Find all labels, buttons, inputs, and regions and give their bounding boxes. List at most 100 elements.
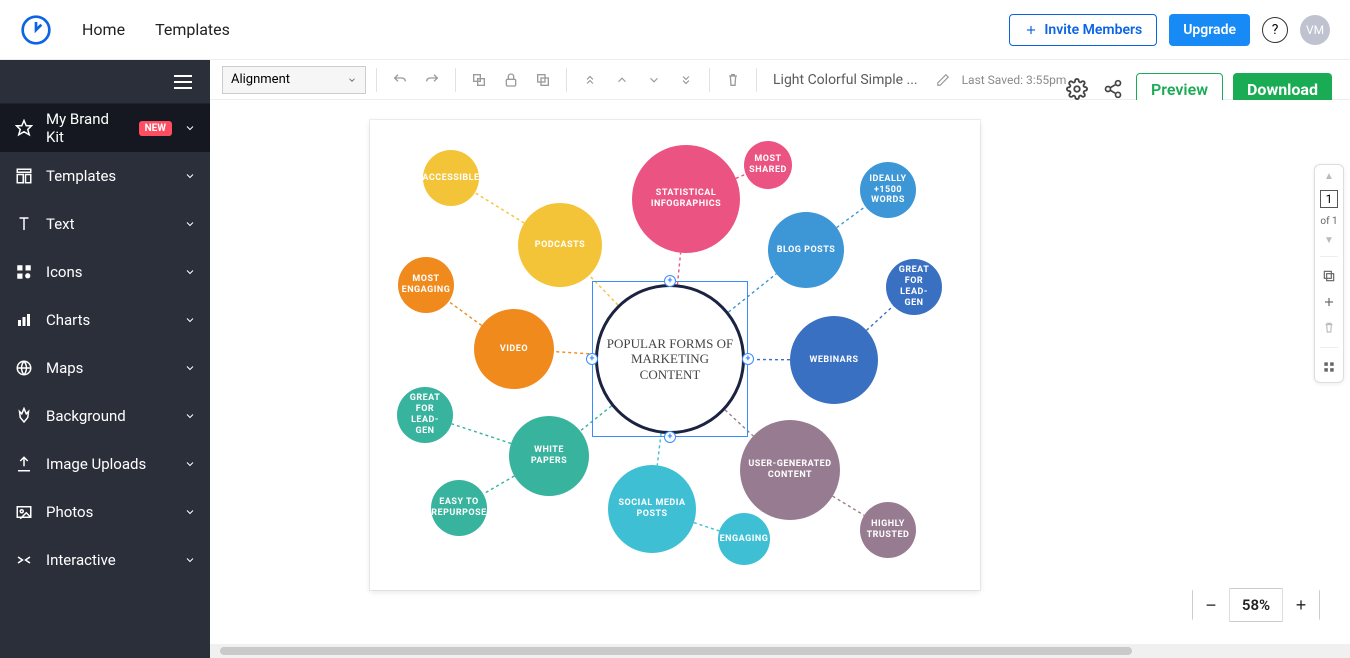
node-most_shared[interactable]: MOST SHARED <box>744 141 792 189</box>
sidebar-item-interactive[interactable]: Interactive <box>0 536 210 584</box>
undo-icon[interactable] <box>387 67 413 93</box>
logo-icon <box>20 14 52 46</box>
maps-icon <box>14 358 34 378</box>
charts-icon <box>14 310 34 330</box>
zoom-out-button[interactable]: − <box>1193 588 1229 622</box>
sidebar-item-label: Templates <box>46 167 172 185</box>
photos-icon <box>14 502 34 522</box>
node-podcasts[interactable]: PODCASTS <box>518 203 602 287</box>
chevron-down-icon <box>184 122 196 134</box>
help-icon[interactable]: ? <box>1262 17 1288 43</box>
node-user_gen[interactable]: USER-GENERATED CONTENT <box>740 420 840 520</box>
center-node[interactable]: POPULAR FORMS OF MARKETING CONTENT <box>595 284 745 434</box>
grid-view-icon[interactable] <box>1320 358 1338 376</box>
sidebar-item-image-uploads[interactable]: Image Uploads <box>0 440 210 488</box>
bring-to-front-icon[interactable] <box>577 67 603 93</box>
sidebar-item-icons[interactable]: Icons <box>0 248 210 296</box>
node-webinars[interactable]: WEBINARS <box>790 316 878 404</box>
chevron-down-icon <box>184 218 196 230</box>
add-page-icon[interactable] <box>1320 293 1338 311</box>
upgrade-button[interactable]: Upgrade <box>1169 14 1250 46</box>
nav-templates[interactable]: Templates <box>155 20 230 39</box>
horizontal-scrollbar[interactable] <box>210 644 1350 658</box>
node-great_lead_gen_l[interactable]: GREAT FOR LEAD-GEN <box>397 387 453 443</box>
send-backward-icon[interactable] <box>641 67 667 93</box>
send-to-back-icon[interactable] <box>673 67 699 93</box>
plus-icon <box>1024 23 1038 37</box>
chevron-down-icon <box>184 458 196 470</box>
handle-bottom[interactable]: + <box>664 431 676 443</box>
chevron-down-icon <box>184 554 196 566</box>
node-social_media[interactable]: SOCIAL MEDIA POSTS <box>608 465 696 553</box>
sidebar-item-photos[interactable]: Photos <box>0 488 210 536</box>
share-icon[interactable] <box>1100 76 1126 102</box>
icons-icon <box>14 262 34 282</box>
page-controls: ▲ 1 of 1 ▼ <box>1314 164 1344 383</box>
node-stat_info[interactable]: STATISTICAL INFOGRAPHICS <box>632 145 740 253</box>
handle-top[interactable]: + <box>664 275 676 287</box>
bring-forward-icon[interactable] <box>609 67 635 93</box>
delete-icon[interactable] <box>720 67 746 93</box>
copy-page-icon[interactable] <box>1320 267 1338 285</box>
node-easy_repurpose[interactable]: EASY TO REPURPOSE <box>431 480 487 536</box>
settings-icon[interactable] <box>1064 76 1090 102</box>
node-accessible[interactable]: ACCESSIBLE <box>423 150 479 206</box>
sidebar-item-templates[interactable]: Templates <box>0 152 210 200</box>
node-great_lead_gen_r[interactable]: GREAT FOR LEAD-GEN <box>886 259 942 315</box>
sidebar-item-maps[interactable]: Maps <box>0 344 210 392</box>
node-white_papers[interactable]: WHITE PAPERS <box>509 416 589 496</box>
nav-home[interactable]: Home <box>82 20 125 39</box>
left-sidebar: My Brand Kit NEW Templates Text Icons Ch… <box>0 60 210 658</box>
chevron-down-icon <box>184 506 196 518</box>
node-video[interactable]: VIDEO <box>474 309 554 389</box>
sidebar-item-label: Text <box>46 215 172 233</box>
node-blog_posts[interactable]: BLOG POSTS <box>768 212 844 288</box>
new-badge: NEW <box>139 121 172 136</box>
sidebar-item-text[interactable]: Text <box>0 200 210 248</box>
copy-icon[interactable] <box>530 67 556 93</box>
zoom-percentage[interactable]: 58% <box>1229 588 1283 622</box>
handle-right[interactable]: + <box>742 353 754 365</box>
user-avatar[interactable]: VM <box>1300 15 1330 45</box>
hamburger-icon[interactable] <box>174 75 192 89</box>
chevron-down-icon <box>184 314 196 326</box>
node-highly_trusted[interactable]: HIGHLY TRUSTED <box>860 502 916 558</box>
page-down-icon[interactable]: ▼ <box>1324 235 1334 246</box>
page-number[interactable]: 1 <box>1320 190 1338 208</box>
sidebar-item-my-brand-kit[interactable]: My Brand Kit NEW <box>0 104 210 152</box>
sidebar-item-label: Image Uploads <box>46 455 172 473</box>
node-most_engaging[interactable]: MOST ENGAGING <box>398 257 454 313</box>
node-ideally_1500[interactable]: IDEALLY +1500 WORDS <box>860 162 916 218</box>
sidebar-item-label: Photos <box>46 503 172 521</box>
edit-title-icon[interactable] <box>930 67 956 93</box>
sidebar-item-background[interactable]: Background <box>0 392 210 440</box>
sidebar-item-label: Maps <box>46 359 172 377</box>
sidebar-item-label: Charts <box>46 311 172 329</box>
group-icon[interactable] <box>466 67 492 93</box>
zoom-controls: − 58% + <box>1192 588 1320 622</box>
page-count: of 1 <box>1320 216 1337 227</box>
chevron-down-icon <box>184 266 196 278</box>
last-saved-text: Last Saved: 3:55pm <box>962 73 1067 87</box>
alignment-dropdown[interactable]: Alignment <box>222 66 366 94</box>
chevron-down-icon <box>184 410 196 422</box>
lock-icon[interactable] <box>498 67 524 93</box>
chevron-down-icon <box>347 75 357 85</box>
redo-icon[interactable] <box>419 67 445 93</box>
node-engaging[interactable]: ENGAGING <box>718 513 770 565</box>
chevron-down-icon <box>184 362 196 374</box>
zoom-in-button[interactable]: + <box>1283 588 1319 622</box>
page-up-icon[interactable]: ▲ <box>1324 171 1334 182</box>
star-icon <box>14 118 34 138</box>
design-canvas[interactable]: STATISTICAL INFOGRAPHICSMOST SHARED ACCES… <box>370 120 980 590</box>
text-icon <box>14 214 34 234</box>
invite-members-button[interactable]: Invite Members <box>1009 14 1157 46</box>
handle-left[interactable]: + <box>586 353 598 365</box>
sidebar-item-label: Background <box>46 407 172 425</box>
delete-page-icon[interactable] <box>1320 319 1338 337</box>
sidebar-item-label: Icons <box>46 263 172 281</box>
editor-area: Alignment Light Colorful Simple ... Last… <box>210 60 1350 658</box>
sidebar-item-label: Interactive <box>46 551 172 569</box>
document-title[interactable]: Light Colorful Simple ... <box>767 72 924 88</box>
sidebar-item-charts[interactable]: Charts <box>0 296 210 344</box>
